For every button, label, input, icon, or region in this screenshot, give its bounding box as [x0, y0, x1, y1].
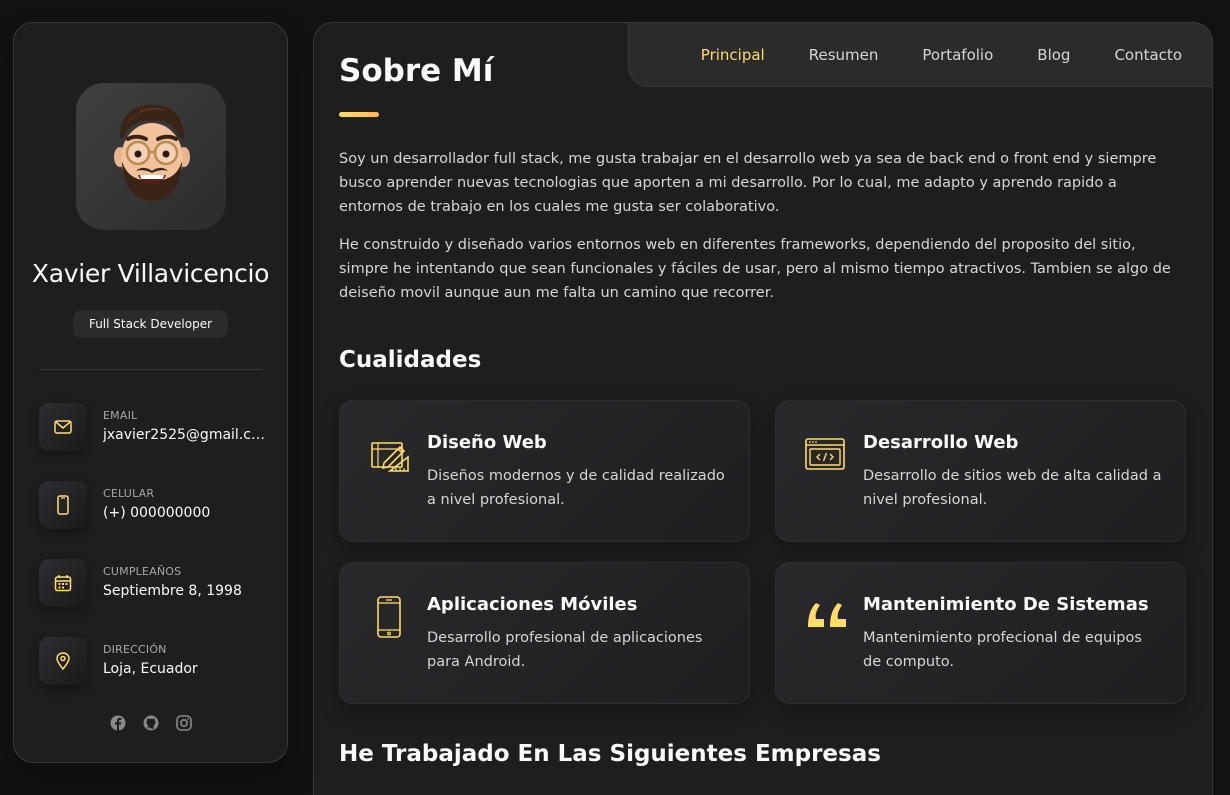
- main-panel: Principal Resumen Portafolio Blog Contac…: [313, 22, 1213, 795]
- nav-contacto[interactable]: Contacto: [1114, 46, 1182, 64]
- nav-portafolio[interactable]: Portafolio: [922, 46, 993, 64]
- code-window-icon: [804, 433, 850, 479]
- nav-principal[interactable]: Principal: [701, 46, 765, 64]
- memoji-avatar-icon: [114, 104, 190, 201]
- facebook-icon[interactable]: [110, 715, 126, 731]
- instagram-icon[interactable]: [175, 715, 192, 731]
- divider: [39, 369, 262, 370]
- card-text: Desarrollo profesional de aplicaciones p…: [427, 630, 703, 670]
- quote-icon: [804, 595, 850, 641]
- page-title: Sobre Mí: [339, 53, 494, 89]
- card-title: Mantenimiento De Sistemas: [863, 594, 1149, 615]
- card-text: Mantenimiento profecional de equipos de …: [863, 630, 1142, 670]
- calendar-icon: [39, 559, 87, 607]
- nav-resumen[interactable]: Resumen: [809, 46, 879, 64]
- about-paragraph: Soy un desarrollador full stack, me gust…: [339, 151, 1157, 215]
- phone-icon: [39, 481, 87, 529]
- title-underline: [339, 112, 379, 117]
- card-title: Aplicaciones Móviles: [427, 594, 638, 615]
- birthday-value: Septiembre 8, 1998: [103, 583, 242, 599]
- birthday-label: Cumpleaños: [103, 565, 182, 578]
- qualities-title: Cualidades: [339, 347, 482, 373]
- mail-icon: [39, 403, 87, 451]
- social-links: [14, 715, 287, 731]
- phone-link[interactable]: (+) 000000000: [103, 505, 265, 521]
- card-title: Diseño Web: [427, 432, 547, 453]
- location-pin-icon: [39, 637, 87, 685]
- navbar: Principal Resumen Portafolio Blog Contac…: [628, 22, 1213, 87]
- email-label: Email: [103, 409, 138, 422]
- address-value: Loja, Ecuador: [103, 661, 198, 677]
- phone-label: Celular: [103, 487, 155, 500]
- quality-card-maintenance: Mantenimiento De Sistemas Mantenimiento …: [775, 562, 1186, 704]
- profile-title-badge: Full Stack Developer: [73, 310, 228, 338]
- nav-blog[interactable]: Blog: [1037, 46, 1070, 64]
- quality-card-web-design: Diseño Web Diseños modernos y de calidad…: [339, 400, 750, 542]
- sidebar: Xavier Villavicencio Full Stack Develope…: [13, 22, 288, 763]
- quality-card-web-dev: Desarrollo Web Desarrollo de sitios web …: [775, 400, 1186, 542]
- contact-phone: Celular (+) 000000000: [39, 481, 279, 529]
- email-link[interactable]: jxavier2525@gmail.co...: [103, 427, 265, 443]
- card-text: Desarrollo de sitios web de alta calidad…: [863, 468, 1162, 508]
- companies-title: He Trabajado En Las Siguientes Empresas: [339, 741, 881, 767]
- address-label: Dirección: [103, 643, 167, 656]
- avatar: [76, 83, 226, 230]
- contact-address: Dirección Loja, Ecuador: [39, 637, 279, 685]
- quality-card-mobile-apps: Aplicaciones Móviles Desarrollo profesio…: [339, 562, 750, 704]
- card-text: Diseños modernos y de calidad realizado …: [427, 468, 725, 508]
- github-icon[interactable]: [143, 715, 159, 731]
- design-tools-icon: [368, 433, 414, 479]
- about-paragraph: He construido y diseñado varios entornos…: [339, 237, 1171, 301]
- card-title: Desarrollo Web: [863, 432, 1019, 453]
- profile-name: Xavier Villavicencio: [31, 259, 270, 288]
- contact-email: Email jxavier2525@gmail.co...: [39, 403, 279, 451]
- contact-birthday: Cumpleaños Septiembre 8, 1998: [39, 559, 279, 607]
- smartphone-icon: [368, 595, 414, 641]
- about-text: Soy un desarrollador full stack, me gust…: [339, 147, 1179, 319]
